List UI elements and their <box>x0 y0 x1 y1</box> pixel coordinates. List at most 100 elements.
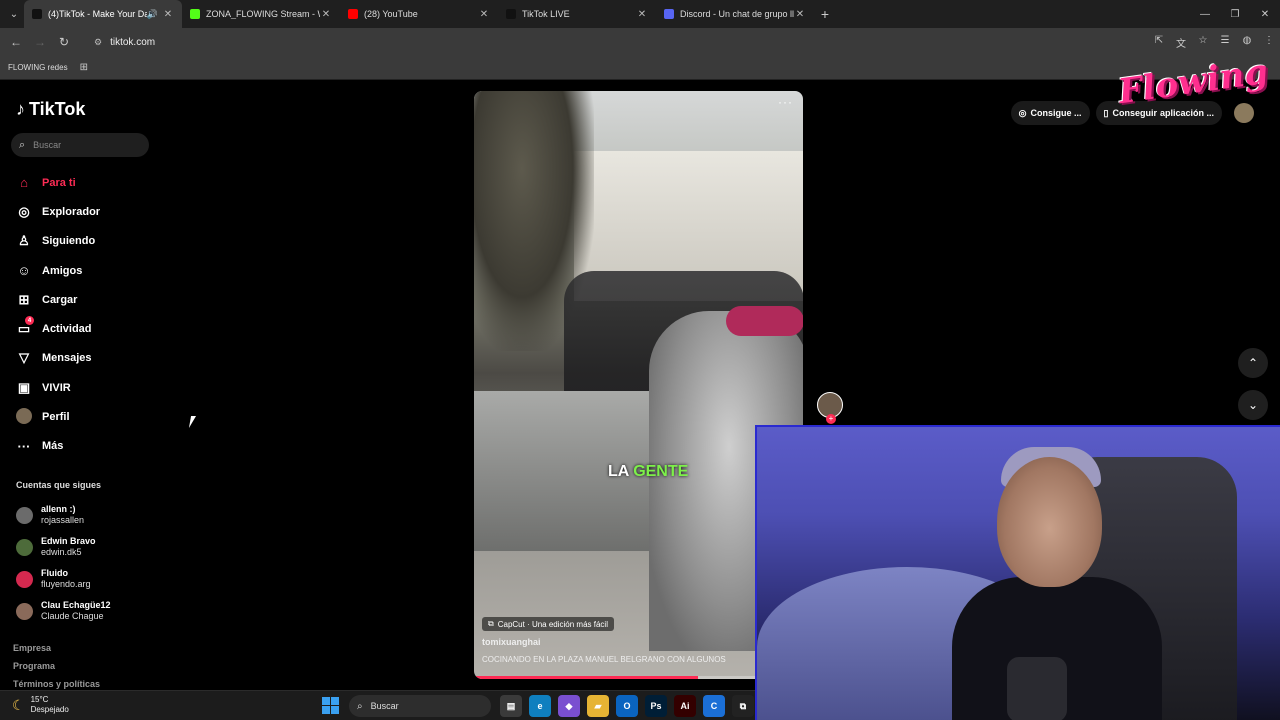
sidebar-item-label: Actividad <box>42 323 92 336</box>
capcut-tag[interactable]: ⧉ CapCut · Una edición más fácil <box>482 617 614 631</box>
account-names: allenn :) rojassallen <box>41 504 84 526</box>
taskbar-app-illustrator-icon[interactable]: Ai <box>674 695 696 717</box>
sidebar-item[interactable]: ▽ Mensajes <box>14 344 154 373</box>
taskbar-app-edge-icon[interactable]: e <box>529 695 551 717</box>
sidebar-item[interactable]: ··· Más <box>14 432 154 461</box>
tab-close-icon[interactable]: ✕ <box>478 9 490 20</box>
install-app-icon[interactable]: ⇱ <box>1148 35 1170 50</box>
next-video-button[interactable]: ⌄ <box>1238 390 1268 420</box>
tab-favicon-icon <box>32 9 42 19</box>
video-subtitle: LA GENTE <box>608 463 688 481</box>
sidebar-item[interactable]: ☺ Amigos <box>14 256 154 285</box>
tiktok-logo[interactable]: ♪ TikTok <box>16 99 85 120</box>
browser-tab[interactable]: (28) YouTube ✕ <box>340 0 498 28</box>
sidebar-item[interactable]: ♙ Siguiendo <box>14 227 154 256</box>
bookmark-flowing-redes[interactable]: FLOWING redes <box>8 63 68 72</box>
browser-tab[interactable]: ZONA_FLOWING Stream - Wat✕ <box>182 0 340 28</box>
minimize-button[interactable]: — <box>1190 9 1220 20</box>
sidebar-item[interactable]: ⊞ Cargar <box>14 285 154 314</box>
phone-icon: ▯ <box>1103 107 1109 118</box>
search-icon: ⌕ <box>357 700 363 712</box>
following-account[interactable]: Clau Echagüe12 Claude Chague <box>16 595 156 627</box>
taskbar-app-copilot-icon[interactable]: ◆ <box>558 695 580 717</box>
tab-title: Discord - Un chat de grupo llen <box>680 9 794 19</box>
reload-button[interactable]: ↻ <box>52 35 76 49</box>
footer-link[interactable]: Programa <box>13 661 100 679</box>
video-username[interactable]: tomixuanghai <box>482 637 541 647</box>
mouse-cursor <box>188 416 202 428</box>
tab-favicon-icon <box>190 9 200 19</box>
browser-tab[interactable]: Discord - Un chat de grupo llen ✕ <box>656 0 814 28</box>
taskbar-search[interactable]: ⌕ Buscar <box>349 695 491 717</box>
browser-tab[interactable]: TikTok LIVE ✕ <box>498 0 656 28</box>
tab-close-icon[interactable]: ✕ <box>636 9 648 20</box>
following-account[interactable]: Edwin Bravo edwin.dk5 <box>16 531 156 563</box>
account-name: allenn :) <box>41 504 76 514</box>
account-names: Clau Echagüe12 Claude Chague <box>41 600 111 622</box>
sidebar-item[interactable]: ▭ 4 Actividad <box>14 314 154 343</box>
tab-close-icon[interactable]: ✕ <box>794 9 806 20</box>
video-player[interactable]: ··· LA GENTE ⧉ CapCut · Una edición más … <box>474 91 803 679</box>
get-coins-button[interactable]: ◎ Consigue ... <box>1010 101 1090 125</box>
taskbar-app-folder-icon[interactable]: ▰ <box>587 695 609 717</box>
taskbar-app-capcut-desktop-icon[interactable]: ⧉ <box>732 695 754 717</box>
following-account[interactable]: allenn :) rojassallen <box>16 499 156 531</box>
weather-widget[interactable]: ☾ 15°C Despejado <box>12 695 69 715</box>
sidebar-item-label: Para ti <box>42 176 76 189</box>
chevron-down-icon: ⌄ <box>1247 398 1259 412</box>
following-account[interactable]: Fluido fluyendo.arg <box>16 563 156 595</box>
capcut-icon: ⧉ <box>488 619 494 628</box>
footer-link[interactable]: Empresa <box>13 643 100 661</box>
account-handle: rojassallen <box>41 515 85 525</box>
taskbar-app-outlook-icon[interactable]: O <box>616 695 638 717</box>
back-button[interactable]: ← <box>4 35 28 49</box>
account-handle: fluyendo.arg <box>41 579 91 589</box>
video-progress-bar[interactable] <box>474 676 803 679</box>
screen: ⌄ (4)TikTok - Make Your Day 🔊 ✕ ZONA_FLOWIN… <box>0 0 1280 720</box>
taskbar-app-capcut-icon[interactable]: C <box>703 695 725 717</box>
bookmark-star-icon[interactable]: ☆ <box>1192 35 1214 50</box>
sidebar-item[interactable]: Perfil <box>14 402 154 431</box>
account-name: Edwin Bravo <box>41 536 96 546</box>
search-input[interactable]: ⌕ Buscar <box>11 133 149 157</box>
follow-plus-icon[interactable]: + <box>826 414 836 424</box>
extensions-icon[interactable]: ◍ <box>1236 35 1258 50</box>
tab-title: (28) YouTube <box>364 9 418 19</box>
home-icon: ⌂ <box>20 175 28 191</box>
weather-temp: 15°C <box>30 695 49 704</box>
translate-icon[interactable]: 文 <box>1170 35 1192 50</box>
tab-close-icon[interactable]: ✕ <box>162 9 174 20</box>
subtitle-word-2: GENTE <box>633 463 689 480</box>
previous-video-button[interactable]: ⌃ <box>1238 348 1268 378</box>
video-more-icon[interactable]: ··· <box>778 95 793 109</box>
apps-grid-icon[interactable]: ⊞ <box>80 62 88 73</box>
tab-search-button[interactable]: ⌄ <box>4 4 24 24</box>
tab-audio-icon[interactable]: 🔊 <box>147 9 158 20</box>
sidebar-item[interactable]: ⌂ Para ti <box>14 168 154 197</box>
reading-list-icon[interactable]: ☰ <box>1214 35 1236 50</box>
capcut-label: CapCut · Una edición más fácil <box>497 619 608 629</box>
menu-kebab-icon[interactable]: ⋮ <box>1258 35 1280 50</box>
address-toolbar: ← → ↻ ⚙ tiktok.com ⇱ 文 ☆ ☰ ◍ ⋮ <box>0 28 1280 56</box>
close-window-button[interactable]: ✕ <box>1250 9 1280 20</box>
taskbar-app-file-explorer-icon[interactable]: ▤ <box>500 695 522 717</box>
following-title: Cuentas que sigues <box>16 480 102 490</box>
sidebar-item-label: Mensajes <box>42 352 92 365</box>
browser-tab[interactable]: (4)TikTok - Make Your Day 🔊 ✕ <box>24 0 182 28</box>
forward-button[interactable]: → <box>28 35 52 49</box>
start-button[interactable] <box>322 697 339 714</box>
sidebar-item[interactable]: ◎ Explorador <box>14 197 154 226</box>
get-coins-label: Consigue ... <box>1030 108 1082 118</box>
tab-favicon-icon <box>348 9 358 19</box>
restore-button[interactable]: ❐ <box>1220 9 1250 20</box>
logo-text: TikTok <box>29 99 86 119</box>
taskbar-app-photoshop-icon[interactable]: Ps <box>645 695 667 717</box>
user-avatar[interactable] <box>1234 103 1254 123</box>
sidebar-item[interactable]: ▣ VIVIR <box>14 373 154 402</box>
new-tab-button[interactable]: + <box>814 6 836 22</box>
tab-list: (4)TikTok - Make Your Day 🔊 ✕ ZONA_FLOWING … <box>24 0 814 28</box>
tab-close-icon[interactable]: ✕ <box>320 9 332 20</box>
site-info-icon[interactable]: ⚙ <box>94 37 102 48</box>
url-bar[interactable]: ⚙ tiktok.com <box>82 31 1112 53</box>
tab-favicon-icon <box>506 9 516 19</box>
